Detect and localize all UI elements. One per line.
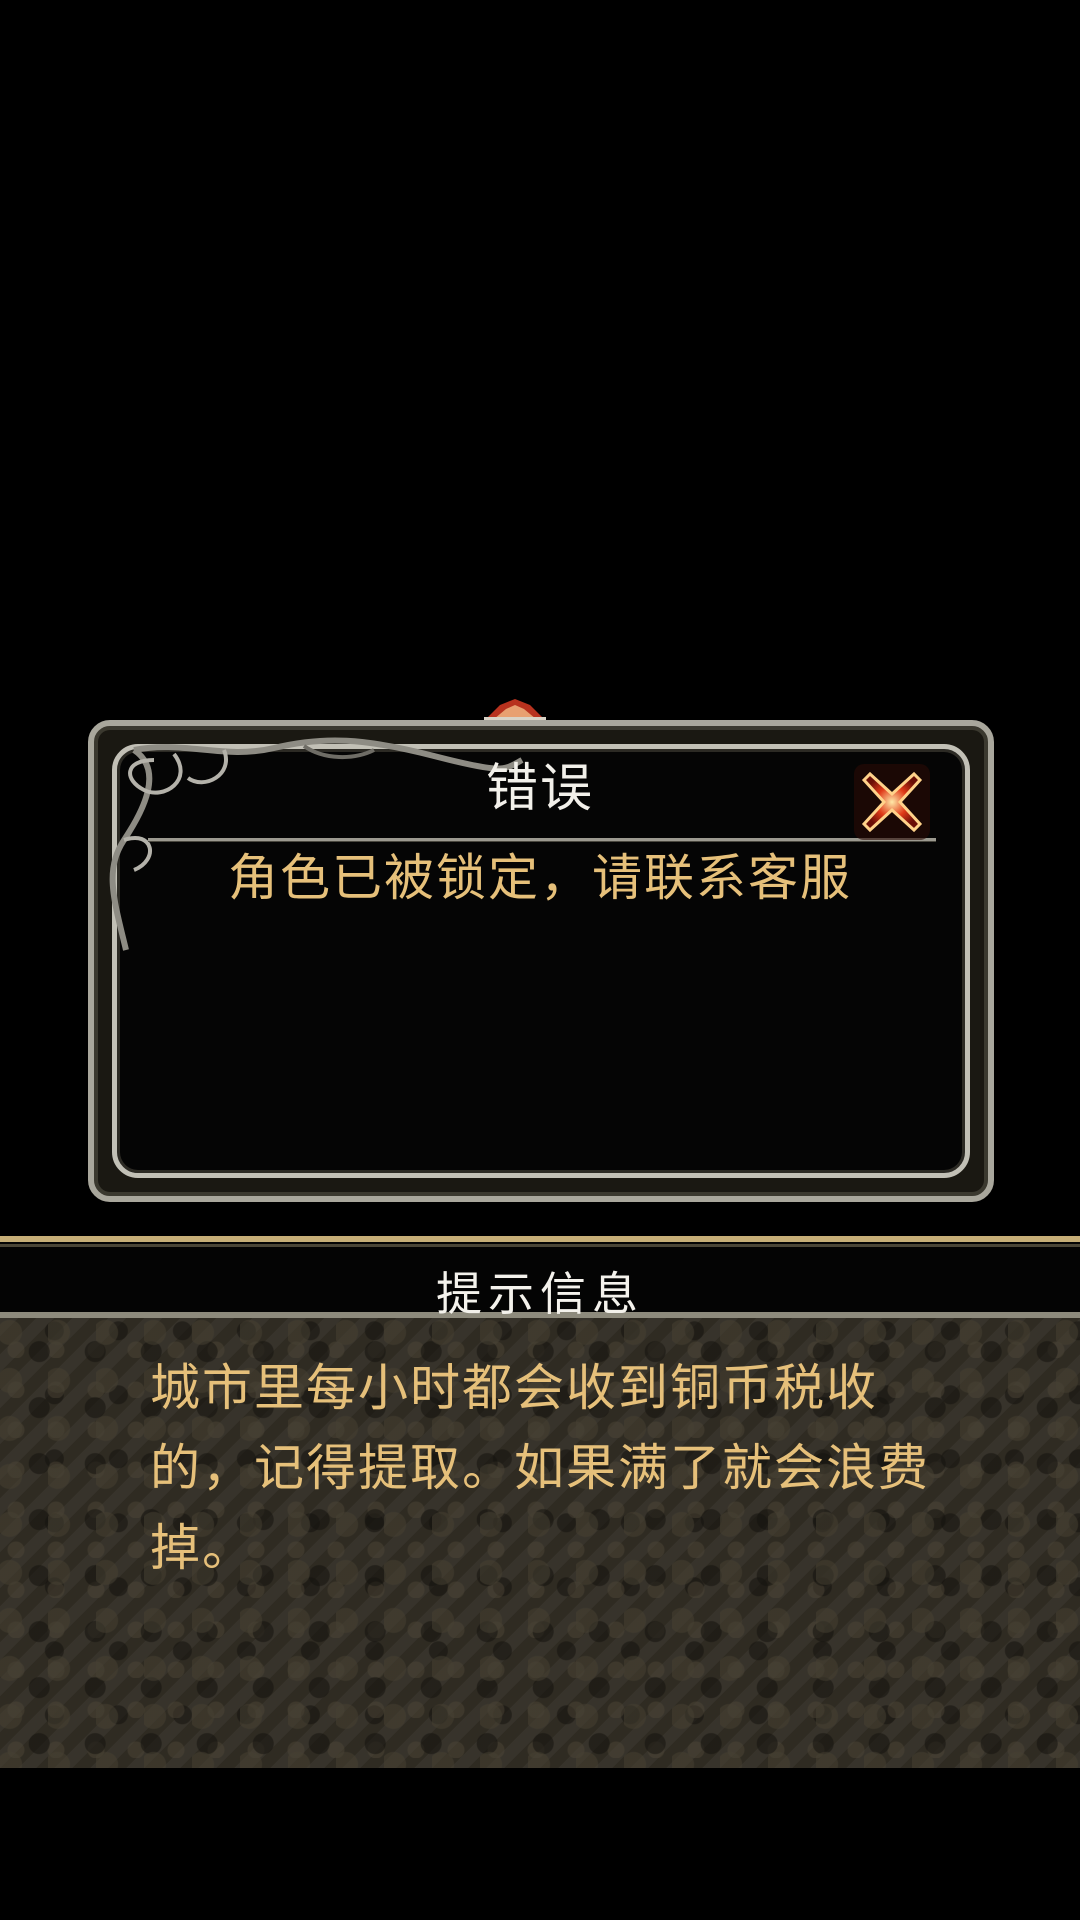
dialog-top-ornament xyxy=(484,699,546,720)
dialog-message: 角色已被锁定，请联系客服 xyxy=(228,849,852,907)
tip-text: 城市里每小时都会收到铜币税收的，记得提取。如果满了就会浪费掉。 xyxy=(150,1359,930,1577)
tip-panel-body: 城市里每小时都会收到铜币税收的，记得提取。如果满了就会浪费掉。 xyxy=(0,1318,1080,1768)
close-icon[interactable] xyxy=(852,762,932,842)
tip-panel-header: 提示信息 xyxy=(0,1236,1080,1321)
tip-panel-title: 提示信息 xyxy=(436,1267,644,1321)
game-screen: 错误 角色已被锁定，请联系客服 提示信息 城市里每小时都会收到铜币税收的，记得提… xyxy=(0,0,1080,1920)
